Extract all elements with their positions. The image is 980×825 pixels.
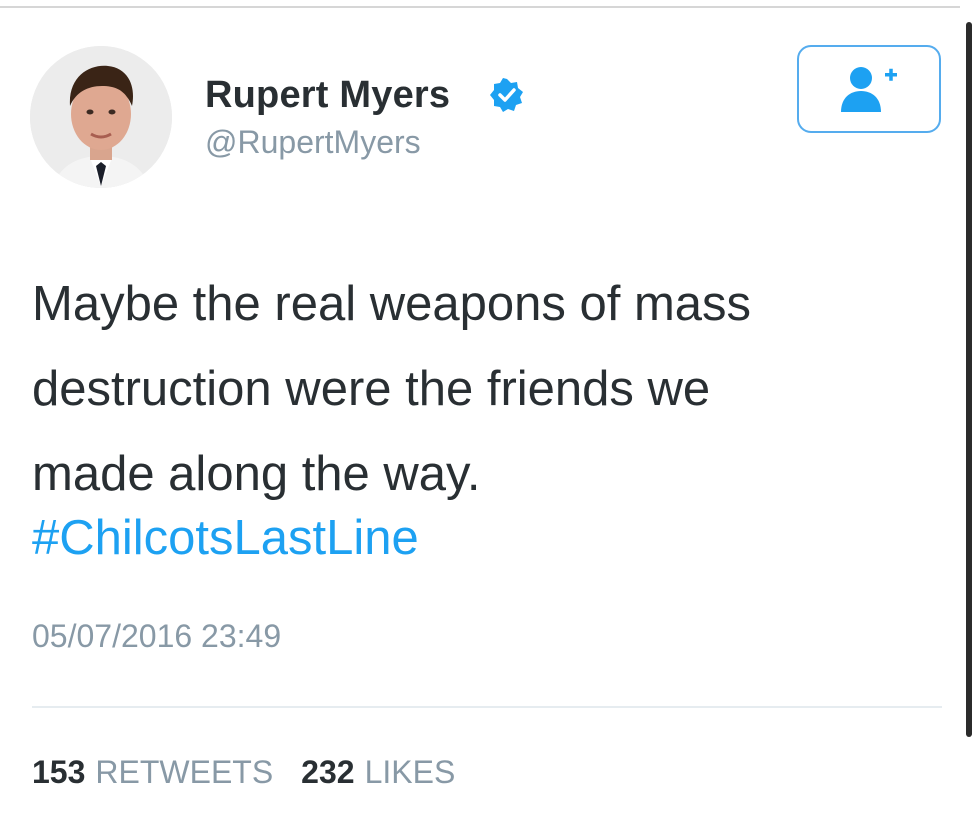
avatar[interactable] bbox=[30, 46, 172, 188]
likes-stat[interactable]: 232 LIKES bbox=[301, 754, 455, 791]
likes-count: 232 bbox=[301, 754, 355, 790]
hashtag-link[interactable]: #ChilcotsLastLine bbox=[32, 510, 419, 566]
tweet-card: Rupert Myers @RupertMyers Maybe the real… bbox=[0, 0, 960, 825]
divider bbox=[32, 706, 942, 708]
author-name[interactable]: Rupert Myers bbox=[205, 74, 450, 117]
avatar-photo-icon bbox=[30, 46, 172, 188]
follow-button[interactable] bbox=[797, 45, 941, 133]
scrollbar[interactable] bbox=[966, 22, 972, 737]
retweets-stat[interactable]: 153 RETWEETS bbox=[32, 754, 273, 791]
tweet-text: Maybe the real weapons of mass destructi… bbox=[32, 277, 752, 501]
verified-badge-icon bbox=[490, 78, 524, 112]
tweet-stats: 153 RETWEETS 232 LIKES bbox=[32, 754, 483, 791]
retweets-count: 153 bbox=[32, 754, 86, 790]
retweets-label: RETWEETS bbox=[95, 754, 274, 790]
tweet-timestamp[interactable]: 05/07/2016 23:49 bbox=[32, 618, 281, 655]
author-handle[interactable]: @RupertMyers bbox=[205, 124, 421, 161]
likes-label: LIKES bbox=[364, 754, 456, 790]
follow-user-plus-icon bbox=[841, 67, 897, 112]
